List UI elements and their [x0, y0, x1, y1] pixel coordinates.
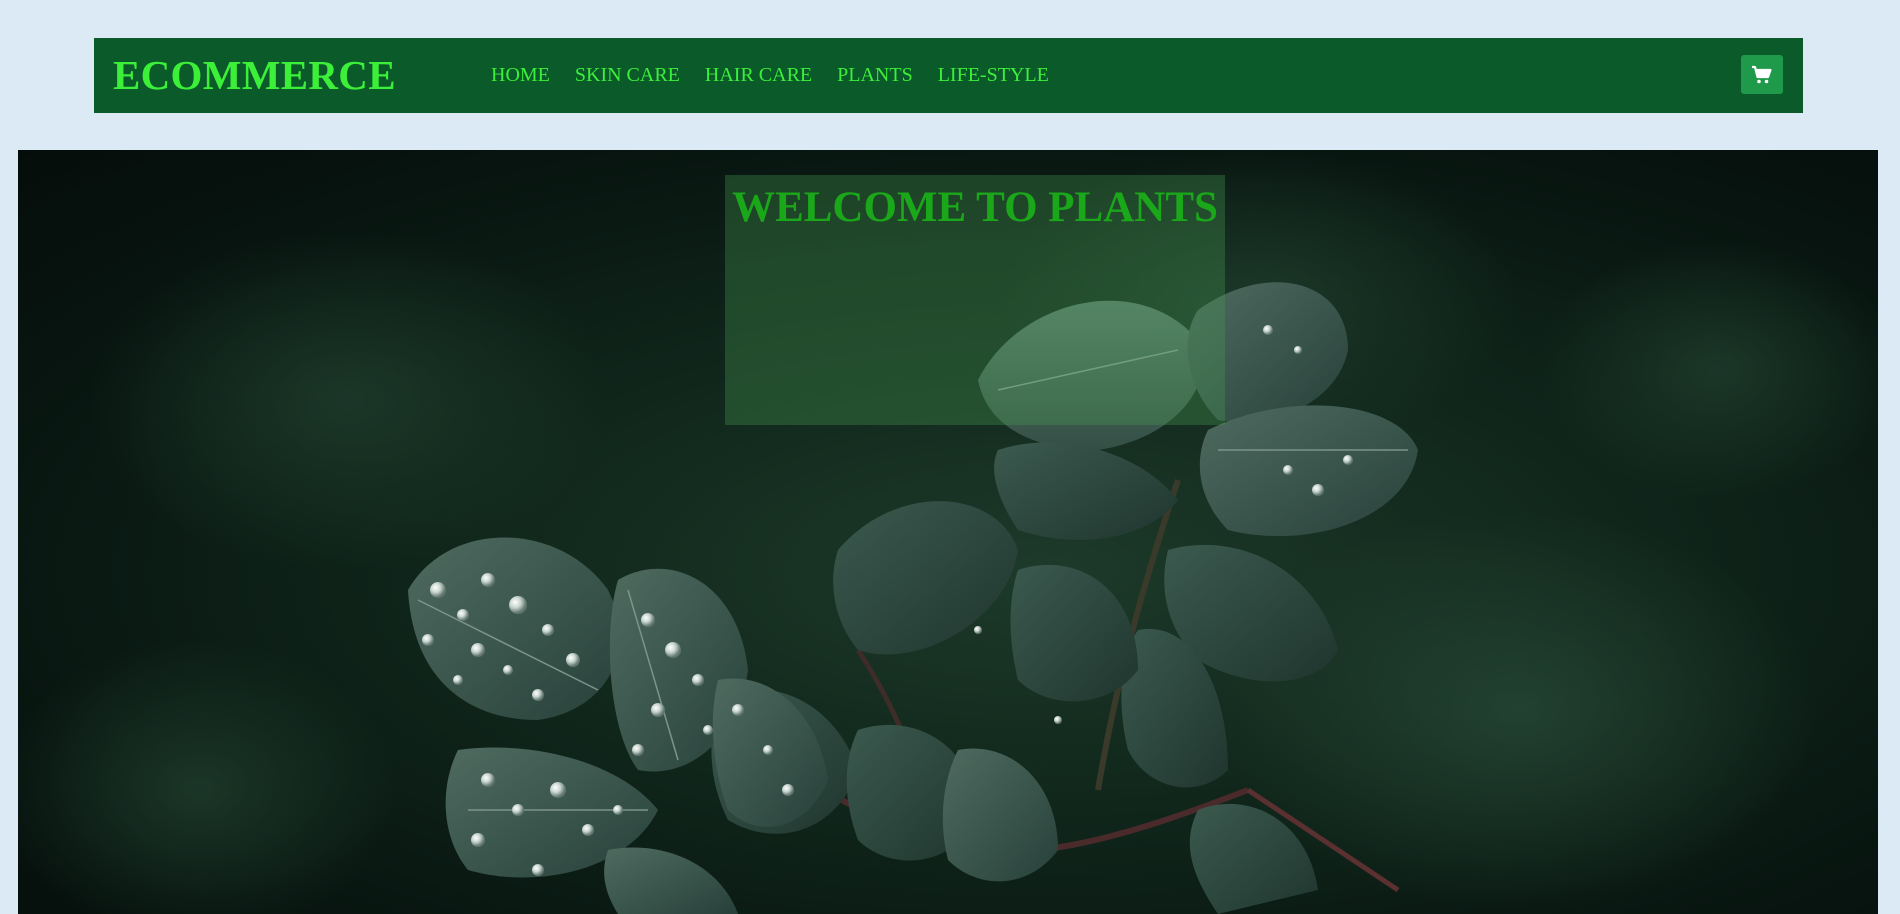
navbar: ECOMMERCE HOME SKIN CARE HAIR CARE PLANT… — [94, 38, 1803, 113]
nav-link-home[interactable]: HOME — [491, 64, 550, 87]
nav-link-hair-care[interactable]: HAIR CARE — [705, 64, 812, 87]
page-margin — [1878, 150, 1900, 914]
nav-link-plants[interactable]: PLANTS — [837, 64, 913, 87]
nav-link-skin-care[interactable]: SKIN CARE — [575, 64, 680, 87]
shopping-cart-icon — [1752, 65, 1772, 83]
hero-section: WELCOME TO PLANTS — [18, 150, 1878, 914]
welcome-banner: WELCOME TO PLANTS — [725, 175, 1225, 425]
cart-button[interactable] — [1741, 55, 1783, 94]
nav-link-life-style[interactable]: LIFE-STYLE — [938, 64, 1049, 87]
brand-logo[interactable]: ECOMMERCE — [113, 38, 396, 113]
nav-links: HOME SKIN CARE HAIR CARE PLANTS LIFE-STY… — [491, 38, 1074, 113]
hero-title: WELCOME TO PLANTS — [732, 184, 1218, 231]
